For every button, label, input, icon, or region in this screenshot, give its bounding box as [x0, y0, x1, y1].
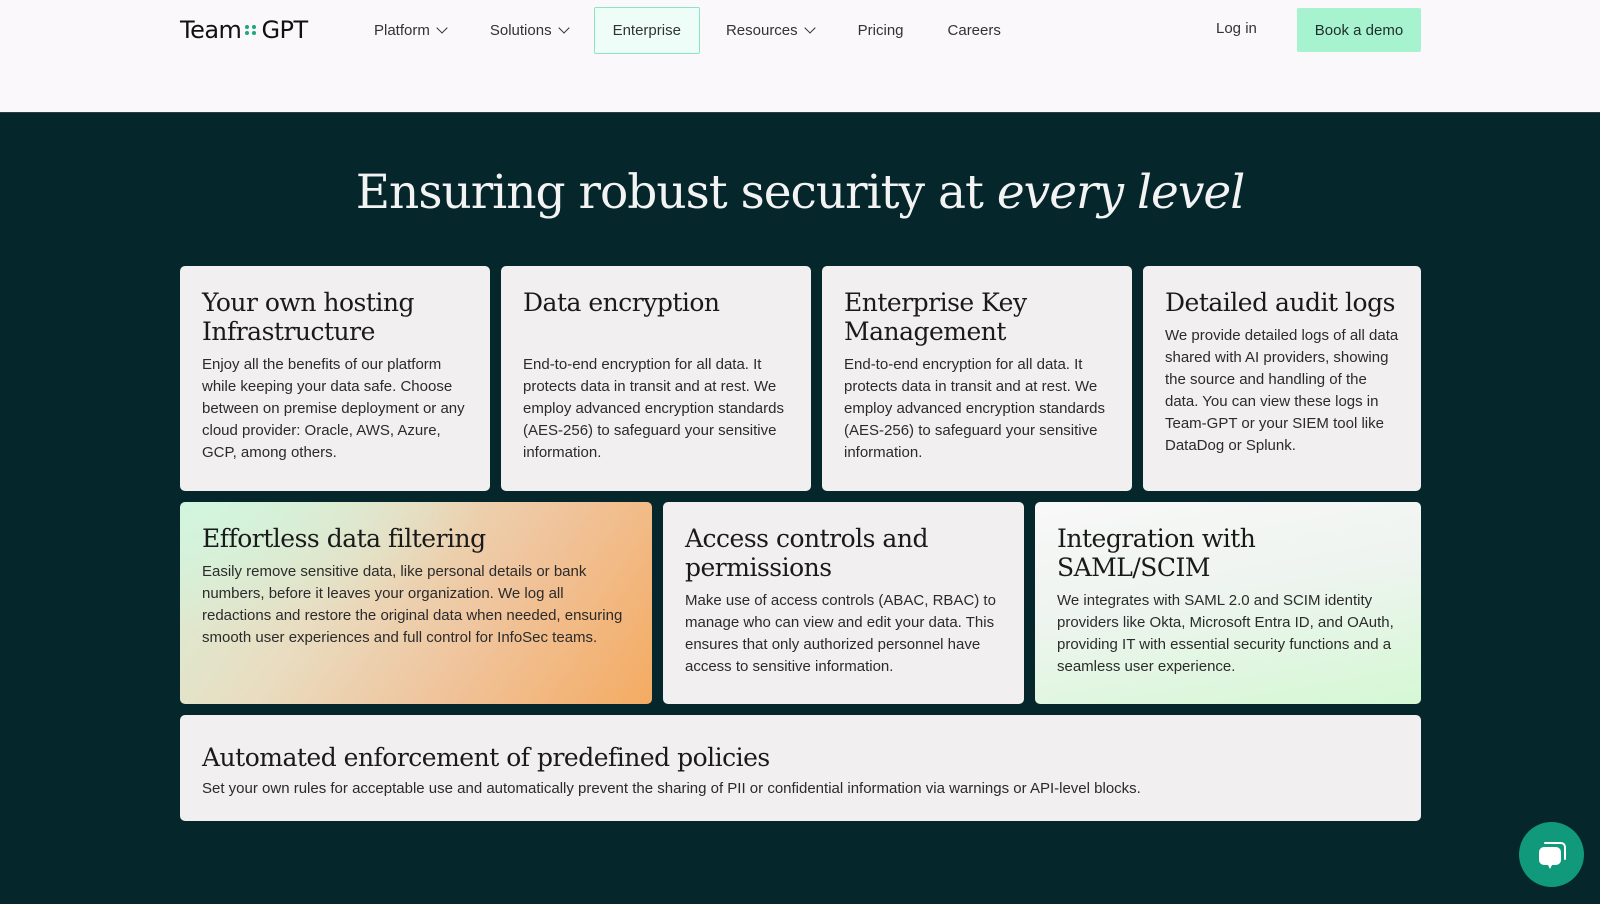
chevron-down-icon — [557, 22, 570, 34]
card-body: Make use of access controls (ABAC, RBAC)… — [685, 592, 996, 675]
nav-careers[interactable]: Careers — [930, 7, 1019, 54]
card-body: End-to-end encryption for all data. It p… — [523, 356, 784, 461]
logo-text-team: Team — [180, 16, 242, 44]
card-hosting: Your own hosting Infrastructure Enjoy al… — [180, 266, 490, 491]
title-italic: every level — [996, 165, 1245, 220]
card-data-filtering: Effortless data filtering Easily remove … — [180, 502, 652, 704]
nav-platform-label: Platform — [374, 22, 430, 39]
card-audit-logs: Detailed audit logs We provide detailed … — [1143, 266, 1421, 491]
chevron-down-icon — [803, 22, 816, 34]
chat-widget-button[interactable] — [1519, 822, 1584, 887]
card-title: Access controls and permissions — [685, 524, 928, 582]
nav-resources-label: Resources — [725, 22, 798, 39]
nav-pricing-label: Pricing — [857, 22, 904, 39]
card-body: Enjoy all the benefits of our platform w… — [202, 356, 465, 461]
nav-solutions[interactable]: Solutions — [472, 7, 586, 54]
chat-bubbles-icon — [1538, 841, 1566, 869]
chevron-down-icon — [436, 22, 448, 34]
book-demo-button[interactable]: Book a demo — [1297, 8, 1421, 52]
team-gpt-logo[interactable]: Team GPT — [180, 16, 308, 44]
card-body: Set your own rules for acceptable use an… — [202, 780, 1141, 797]
card-body: End-to-end encryption for all data. It p… — [844, 356, 1105, 461]
title-plain: Ensuring robust security at — [355, 165, 997, 220]
card-title: Data encryption — [523, 288, 720, 317]
nav-solutions-label: Solutions — [489, 22, 552, 39]
card-body: We provide detailed logs of all data sha… — [1165, 327, 1399, 454]
nav-platform[interactable]: Platform — [356, 7, 464, 54]
card-access-controls: Access controls and permissions Make use… — [663, 502, 1024, 704]
main-nav: Platform Solutions Enterprise Resources … — [356, 7, 1027, 54]
card-body: Easily remove sensitive data, like perso… — [202, 563, 623, 646]
card-title: Integration with SAML/SCIM — [1057, 524, 1256, 582]
card-title: Your own hosting Infrastructure — [202, 288, 415, 346]
nav-pricing[interactable]: Pricing — [840, 7, 922, 54]
site-header: Team GPT Platform Solutions Enterprise R… — [0, 0, 1600, 113]
card-encryption: Data encryption End-to-end encryption fo… — [501, 266, 811, 491]
nav-careers-label: Careers — [947, 22, 1001, 39]
card-saml-scim: Integration with SAML/SCIM We integrates… — [1035, 502, 1421, 704]
card-title: Detailed audit logs — [1165, 288, 1395, 317]
card-title: Enterprise Key Management — [844, 288, 1027, 346]
logo-dots-icon — [245, 25, 257, 35]
nav-enterprise-label: Enterprise — [612, 22, 681, 39]
card-title: Effortless data filtering — [202, 524, 486, 553]
logo-text-gpt: GPT — [261, 16, 308, 44]
card-title: Automated enforcement of predefined poli… — [202, 743, 770, 772]
card-body: We integrates with SAML 2.0 and SCIM ide… — [1057, 592, 1394, 675]
nav-resources[interactable]: Resources — [708, 7, 832, 54]
section-title: Ensuring robust security at every level — [0, 165, 1600, 220]
card-policy-enforcement: Automated enforcement of predefined poli… — [180, 715, 1421, 821]
nav-enterprise[interactable]: Enterprise — [593, 7, 700, 54]
login-link[interactable]: Log in — [1216, 20, 1257, 37]
card-key-management: Enterprise Key Management End-to-end enc… — [822, 266, 1132, 491]
